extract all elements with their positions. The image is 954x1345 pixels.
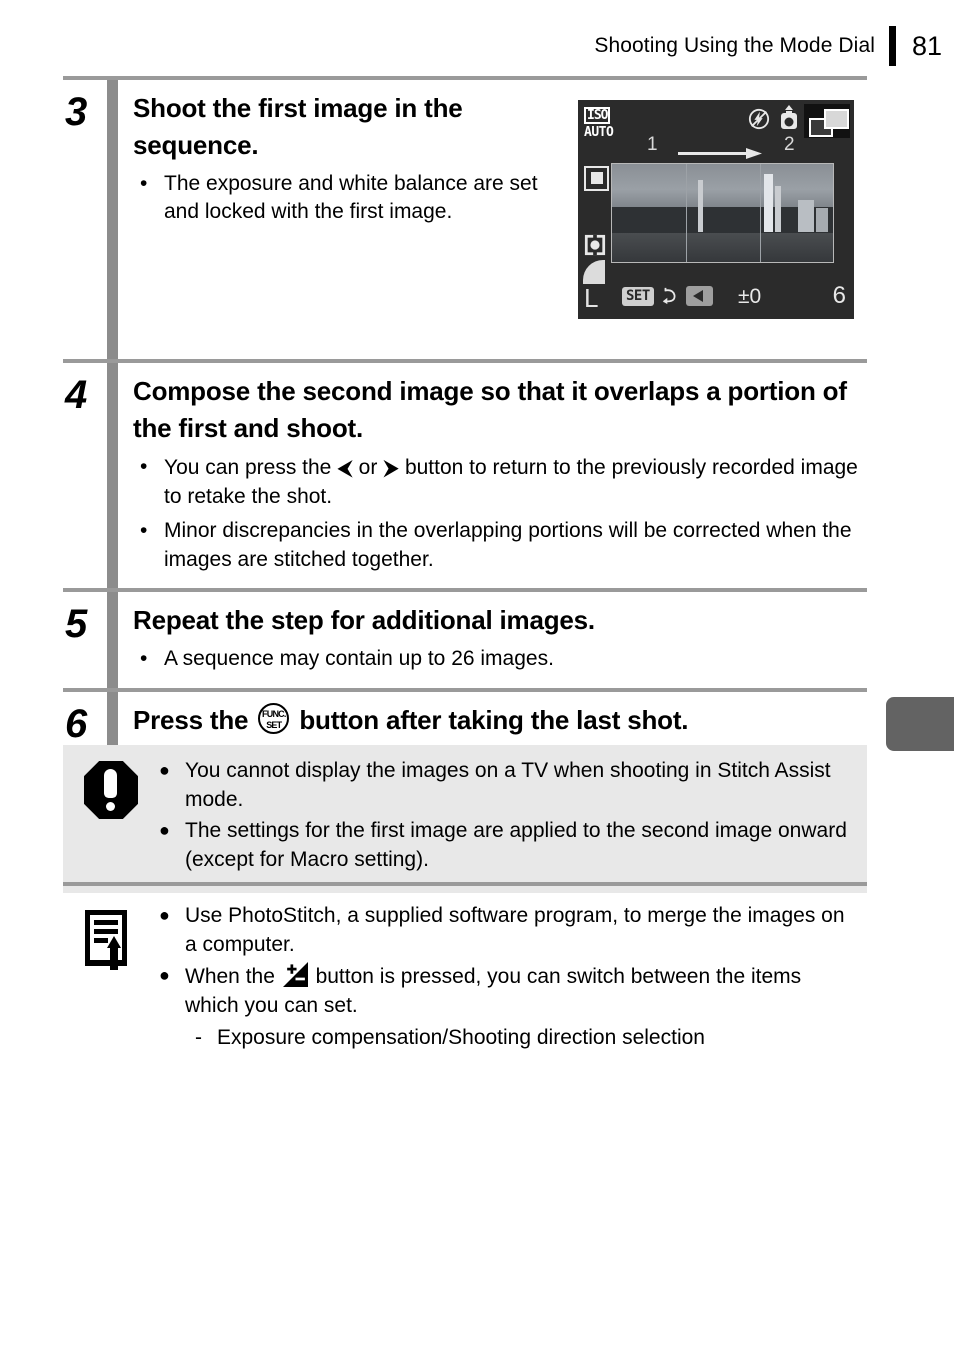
note-text-after: button is pressed, you can switch betwee… xyxy=(185,964,802,1017)
live-view-photo xyxy=(611,163,834,263)
note-pencil-icon xyxy=(85,910,127,970)
flash-off-icon xyxy=(748,108,770,130)
bullet-dot-icon: • xyxy=(140,647,148,671)
photo-seam-2 xyxy=(760,164,761,262)
stitch-assist-mode-icon xyxy=(804,104,850,138)
func-label-bottom: SET xyxy=(266,719,282,730)
list-item: ● Use PhotoStitch, a supplied software p… xyxy=(159,902,847,960)
stitch-rect-front xyxy=(824,109,849,129)
caution-text: The settings for the first image are app… xyxy=(185,818,847,871)
photo-building-d xyxy=(798,200,814,232)
return-arrow-icon xyxy=(662,287,676,305)
metering-icon xyxy=(584,234,606,256)
note-sub-item: - Exposure compensation/Shooting directi… xyxy=(185,1024,847,1053)
step-4-bar xyxy=(107,362,118,589)
exposure-value: ±0 xyxy=(738,285,762,308)
step-6-title-before: Press the xyxy=(133,704,249,735)
step-4: 4 Compose the second image so that it ov… xyxy=(63,362,867,589)
exclamation-octagon-icon xyxy=(84,761,138,819)
caution-bullets: ● You cannot display the images on a TV … xyxy=(159,757,867,877)
filled-dot-icon: ● xyxy=(159,905,170,925)
left-arrow-icon: ⮜ xyxy=(337,454,353,480)
step-6-title: Press the FUNC. SET button after taking … xyxy=(133,702,867,739)
step-5-bullets: • A sequence may contain up to 26 images… xyxy=(133,645,867,674)
sequence-number-1: 1 xyxy=(647,134,658,155)
step-4-title: Compose the second image so that it over… xyxy=(133,375,847,443)
filled-dot-icon: ● xyxy=(159,819,170,840)
step-4-bullets: • You can press the ⮜ or ⮞ button to ret… xyxy=(133,453,867,575)
left-direction-button-icon xyxy=(685,286,713,306)
set-controls-group: SET xyxy=(622,286,713,306)
bullet-dot-icon: • xyxy=(140,454,148,478)
step-5-body: Repeat the step for additional images. •… xyxy=(133,592,867,687)
iso-indicator: ISO AUTO xyxy=(584,107,614,140)
photo-building-e xyxy=(816,208,828,232)
step-4-body: Compose the second image so that it over… xyxy=(133,363,867,588)
photo-tower-b xyxy=(764,174,773,232)
image-size-label: L xyxy=(584,283,599,313)
photo-tower-a xyxy=(698,180,703,232)
right-arrow-icon: ⮞ xyxy=(383,454,400,480)
bullet-dot-icon: • xyxy=(140,519,148,543)
step-4-number: 4 xyxy=(65,372,88,417)
step-5: 5 Repeat the step for additional images.… xyxy=(63,592,867,688)
note-icon-wrap xyxy=(63,902,159,1055)
caution-text: You cannot display the images on a TV wh… xyxy=(185,759,831,811)
bullet-text: A sequence may contain up to 26 images. xyxy=(164,647,554,671)
photo-seam-1 xyxy=(686,164,687,262)
step-3-bullets: • The exposure and white balance are set… xyxy=(133,170,567,227)
caution-icon-wrap xyxy=(63,757,159,877)
camera-shake-warning-icon xyxy=(781,105,797,129)
exposure-compensation-icon xyxy=(282,961,308,987)
filled-dot-icon: ● xyxy=(159,964,170,985)
shots-remaining: 6 xyxy=(832,282,846,309)
note-text-before: When the xyxy=(185,964,275,988)
note-sub-text: Exposure compensation/Shooting direction… xyxy=(217,1025,705,1049)
bullet-text-before: You can press the xyxy=(164,455,332,479)
camera-lcd-screenshot: ISO AUTO 1 2 L SET ±0 6 xyxy=(578,100,854,319)
image-quality-icon xyxy=(583,260,605,284)
step-3-bar xyxy=(107,80,118,359)
direction-arrow-icon xyxy=(678,148,762,159)
bullet-text-middle: or xyxy=(358,455,378,479)
header-title: Shooting Using the Mode Dial xyxy=(594,34,875,57)
bullet-text: Minor discrepancies in the overlapping p… xyxy=(164,519,852,571)
list-item: ● The settings for the first image are a… xyxy=(159,817,847,875)
chapter-side-tab xyxy=(886,697,954,751)
step-3-number: 3 xyxy=(65,90,88,134)
bullet-item: • Minor discrepancies in the overlapping… xyxy=(133,517,867,574)
caution-box: ● You cannot display the images on a TV … xyxy=(63,745,867,893)
bullet-item: • You can press the ⮜ or ⮞ button to ret… xyxy=(133,453,867,511)
step-5-number: 5 xyxy=(65,602,88,647)
iso-label: ISO xyxy=(584,107,611,124)
step-3-title: Shoot the first image in the sequence. xyxy=(133,93,463,160)
sequence-number-2: 2 xyxy=(784,134,795,155)
header-divider xyxy=(889,26,896,66)
step-5-title: Repeat the step for additional images. xyxy=(133,605,595,636)
note-text: Use PhotoStitch, a supplied software pro… xyxy=(185,904,845,956)
iso-value: AUTO xyxy=(584,125,614,140)
bullet-item: • A sequence may contain up to 26 images… xyxy=(133,645,867,674)
photo-tower-c xyxy=(775,186,781,232)
step-6-title-after: button after taking the last shot. xyxy=(299,704,689,735)
set-button-label: SET xyxy=(622,286,654,306)
bullet-text: The exposure and white balance are set a… xyxy=(164,171,538,224)
page-header: Shooting Using the Mode Dial 81 xyxy=(0,24,954,68)
photo-water xyxy=(612,232,833,262)
page-number: 81 xyxy=(912,30,943,61)
af-frame-icon xyxy=(584,166,609,191)
bullet-dot-icon: • xyxy=(140,171,148,195)
bullet-item: • The exposure and white balance are set… xyxy=(133,170,567,227)
list-item: ● You cannot display the images on a TV … xyxy=(159,757,847,815)
step-5-bar xyxy=(107,592,118,688)
note-bullets: ● Use PhotoStitch, a supplied software p… xyxy=(159,902,867,1055)
func-set-button-icon: FUNC. SET xyxy=(258,702,290,734)
note-box: ● Use PhotoStitch, a supplied software p… xyxy=(63,886,867,1055)
list-item: ● When the button is pressed, you can sw… xyxy=(159,961,847,1053)
dash-marker: - xyxy=(195,1025,202,1049)
filled-dot-icon: ● xyxy=(159,760,170,780)
